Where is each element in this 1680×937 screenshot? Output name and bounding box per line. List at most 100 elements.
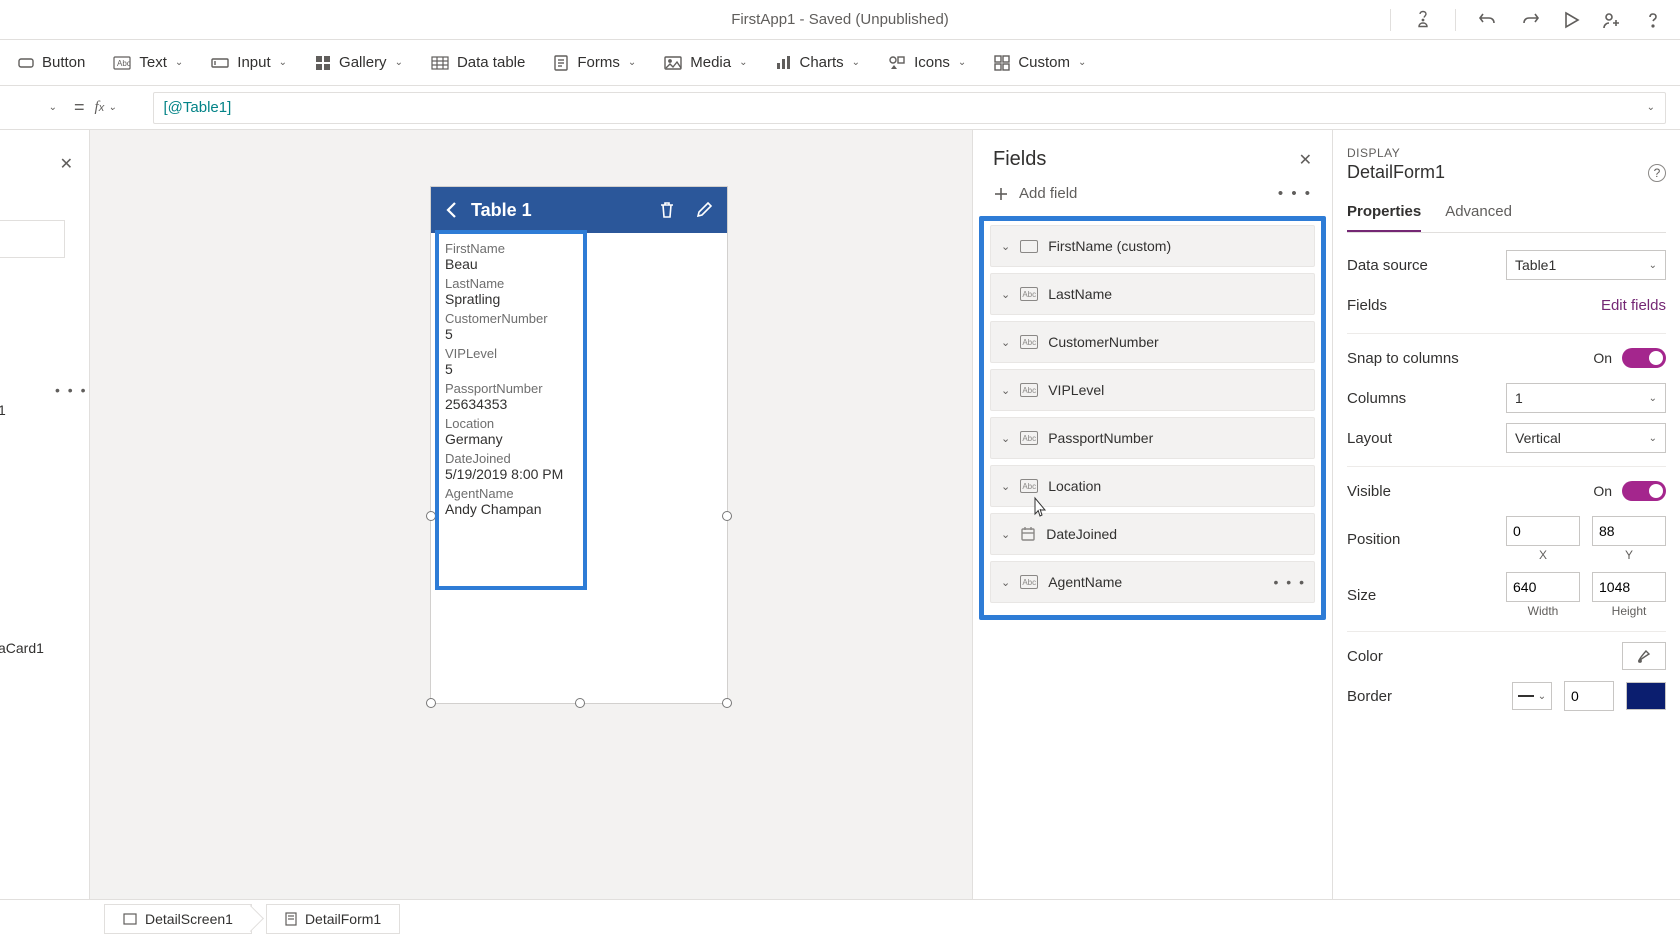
close-icon[interactable]: ✕ [60, 154, 73, 174]
layout-dropdown[interactable]: Vertical ⌄ [1506, 423, 1666, 453]
columns-value: 1 [1515, 390, 1523, 406]
add-field-button[interactable]: Add field [993, 185, 1077, 202]
data-source-value: Table1 [1515, 257, 1556, 273]
search-box[interactable] [0, 220, 65, 258]
border-style-dropdown[interactable]: ⌄ [1512, 682, 1552, 710]
ribbon-forms[interactable]: Forms ⌄ [553, 54, 636, 71]
resize-handle[interactable] [722, 698, 732, 708]
ribbon-custom-label: Custom [1018, 54, 1070, 71]
ribbon-custom[interactable]: Custom ⌄ [994, 54, 1086, 71]
chevron-down-icon[interactable]: ⌄ [1001, 288, 1010, 301]
redo-icon[interactable] [1520, 10, 1540, 30]
border-color-swatch[interactable] [1626, 682, 1666, 710]
app-checker-icon[interactable] [1413, 10, 1433, 30]
ribbon-media[interactable]: Media ⌄ [664, 54, 747, 71]
ribbon-input-label: Input [237, 54, 270, 71]
formula-text: [@Table1] [164, 99, 232, 116]
chevron-down-icon[interactable]: ⌄ [1001, 528, 1010, 541]
field-row[interactable]: ⌄ Abc Location [990, 465, 1315, 507]
data-card[interactable]: FirstName Beau [445, 241, 713, 272]
columns-dropdown[interactable]: 1 ⌄ [1506, 383, 1666, 413]
field-row[interactable]: ⌄ Abc VIPLevel [990, 369, 1315, 411]
formula-input[interactable]: [@Table1] ⌄ [153, 92, 1666, 124]
chevron-down-icon[interactable]: ⌄ [1001, 432, 1010, 445]
more-icon[interactable]: • • • [55, 382, 87, 398]
field-row[interactable]: ⌄ Abc PassportNumber [990, 417, 1315, 459]
field-row[interactable]: ⌄ FirstName (custom) [990, 225, 1315, 267]
field-name: CustomerNumber [1048, 334, 1158, 350]
share-icon[interactable] [1602, 10, 1622, 30]
ribbon-gallery[interactable]: Gallery ⌄ [315, 54, 403, 71]
card-icon [1020, 240, 1038, 253]
back-icon[interactable] [445, 201, 459, 219]
tab-properties[interactable]: Properties [1347, 197, 1421, 232]
position-y-input[interactable] [1592, 516, 1666, 546]
text-icon: Abc [1020, 287, 1038, 301]
help-icon[interactable] [1644, 11, 1662, 29]
resize-handle[interactable] [575, 698, 585, 708]
help-icon[interactable]: ? [1648, 164, 1666, 182]
ribbon-icons[interactable]: Icons ⌄ [888, 54, 966, 71]
snap-toggle[interactable] [1622, 348, 1666, 368]
tree-item[interactable]: aCard1 [0, 640, 44, 656]
ribbon-charts[interactable]: Charts ⌄ [775, 54, 860, 71]
field-row[interactable]: ⌄ DateJoined [990, 513, 1315, 555]
canvas[interactable]: Table 1 FirstName Beau LastName Spratling… [90, 130, 972, 899]
color-picker[interactable] [1622, 642, 1666, 670]
edit-icon[interactable] [697, 201, 713, 219]
field-label: AgentName [445, 486, 713, 501]
chevron-down-icon: ⌄ [739, 57, 747, 68]
resize-handle[interactable] [426, 698, 436, 708]
field-name: LastName [1048, 286, 1112, 302]
field-value: 25634353 [445, 396, 713, 412]
field-label: VIPLevel [445, 346, 713, 361]
chevron-down-icon[interactable]: ⌄ [1001, 576, 1010, 589]
ribbon-datatable-label: Data table [457, 54, 525, 71]
tab-advanced[interactable]: Advanced [1445, 197, 1512, 232]
data-source-dropdown[interactable]: Table1 ⌄ [1506, 250, 1666, 280]
ribbon-button[interactable]: Button [18, 54, 85, 71]
height-input[interactable] [1592, 572, 1666, 602]
field-row[interactable]: ⌄ Abc AgentName• • • [990, 561, 1315, 603]
undo-icon[interactable] [1478, 10, 1498, 30]
chevron-down-icon[interactable]: ⌄ [1001, 480, 1010, 493]
visible-toggle[interactable] [1622, 481, 1666, 501]
ribbon-button-label: Button [42, 54, 85, 71]
data-card[interactable]: LastName Spratling [445, 276, 713, 307]
data-card[interactable]: CustomerNumber 5 [445, 311, 713, 342]
field-value: Andy Champan [445, 501, 713, 517]
ribbon-datatable[interactable]: Data table [431, 54, 525, 71]
position-x-input[interactable] [1506, 516, 1580, 546]
insert-ribbon: Button Abc Text ⌄ Input ⌄ Gallery ⌄ Data… [0, 40, 1680, 86]
chevron-down-icon[interactable]: ⌄ [1001, 384, 1010, 397]
data-card[interactable]: AgentName Andy Champan [445, 486, 713, 517]
width-input[interactable] [1506, 572, 1580, 602]
phone-preview[interactable]: Table 1 FirstName Beau LastName Spratling… [430, 186, 728, 704]
tree-item[interactable]: 1 [0, 402, 6, 418]
more-icon[interactable]: • • • [1278, 185, 1312, 202]
close-icon[interactable]: ✕ [1299, 150, 1312, 170]
data-card[interactable]: Location Germany [445, 416, 713, 447]
screen-title: Table 1 [471, 200, 532, 221]
resize-handle[interactable] [722, 511, 732, 521]
resize-handle[interactable] [426, 511, 436, 521]
border-width-input[interactable] [1564, 681, 1614, 711]
edit-fields-link[interactable]: Edit fields [1601, 297, 1666, 314]
selected-object-name: DetailForm1 [1347, 162, 1445, 183]
field-row[interactable]: ⌄ Abc CustomerNumber [990, 321, 1315, 363]
chevron-down-icon[interactable]: ⌄ [1001, 336, 1010, 349]
ribbon-input[interactable]: Input ⌄ [211, 54, 287, 71]
ribbon-text[interactable]: Abc Text ⌄ [113, 54, 183, 71]
field-row[interactable]: ⌄ Abc LastName [990, 273, 1315, 315]
breadcrumb-form[interactable]: DetailForm1 [266, 904, 400, 934]
play-icon[interactable] [1562, 11, 1580, 29]
data-card[interactable]: DateJoined 5/19/2019 8:00 PM [445, 451, 713, 482]
fx-button[interactable]: fx ⌄ [95, 99, 143, 116]
property-dropdown[interactable]: ⌄ [14, 93, 64, 123]
data-card[interactable]: VIPLevel 5 [445, 346, 713, 377]
data-card[interactable]: PassportNumber 25634353 [445, 381, 713, 412]
chevron-down-icon[interactable]: ⌄ [1001, 240, 1010, 253]
delete-icon[interactable] [659, 201, 675, 219]
more-icon[interactable]: • • • [1274, 574, 1306, 590]
breadcrumb-screen[interactable]: DetailScreen1 [104, 904, 252, 934]
